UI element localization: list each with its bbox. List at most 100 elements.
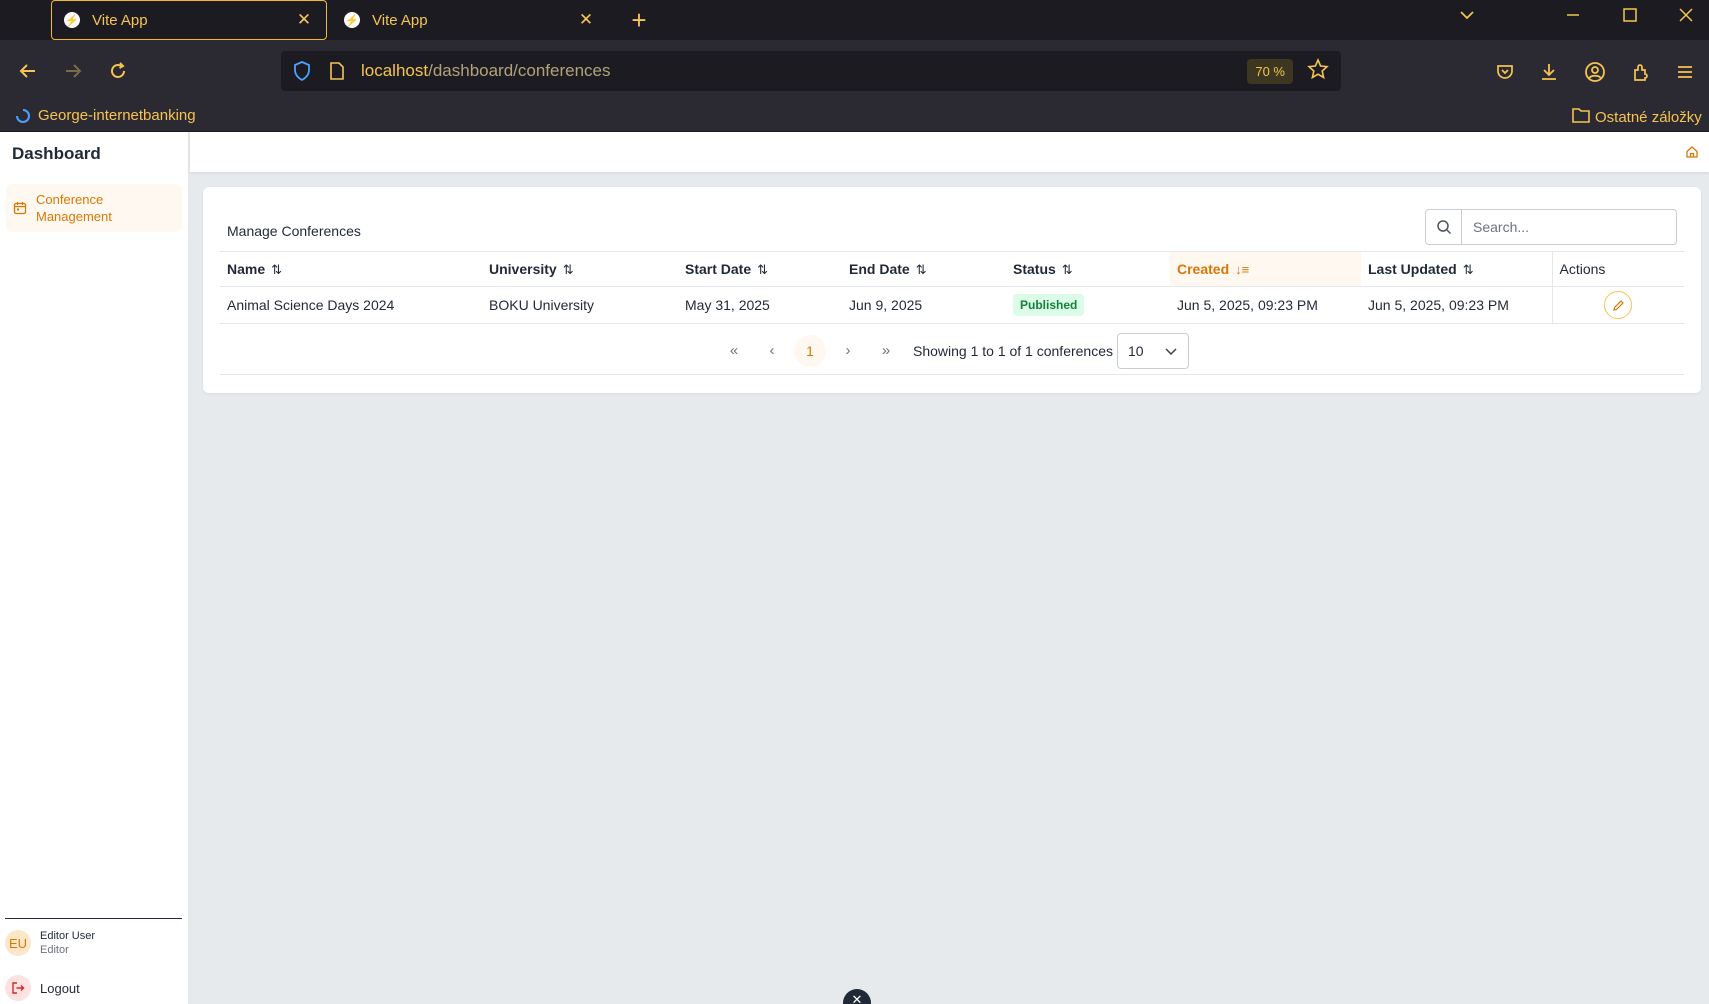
bookmarks-bar: George-internetbanking Ostatné záložky	[0, 101, 1709, 132]
column-label: University	[489, 260, 557, 277]
sidebar-divider	[5, 918, 182, 919]
table-row[interactable]: Animal Science Days 2024 BOKU University…	[220, 286, 1684, 324]
reload-button[interactable]	[101, 54, 135, 88]
close-tab-icon[interactable]: ✕	[576, 10, 596, 30]
column-header-start-date[interactable]: Start Date ⇅	[678, 251, 842, 287]
bookmark-other-folder[interactable]: Ostatné záložky	[1572, 107, 1702, 127]
search-box	[1425, 209, 1677, 245]
menu-icon[interactable]	[1671, 58, 1699, 86]
cell-university: BOKU University	[482, 286, 678, 324]
table-header-row: Name ⇅ University ⇅ Start Date ⇅ End Date ⇅ …	[220, 251, 1684, 287]
sort-desc-icon: ↓≡	[1235, 262, 1250, 277]
conferences-table: Name ⇅ University ⇅ Start Date ⇅ End Date ⇅ …	[220, 251, 1684, 324]
page-icon[interactable]	[327, 60, 347, 82]
browser-tab-bar: ⚡ Vite App ✕ ⚡ Vite App ✕ +	[0, 0, 1709, 40]
logout-button[interactable]: Logout	[5, 975, 80, 1001]
home-icon[interactable]	[1685, 145, 1699, 159]
url-text[interactable]: localhost/dashboard/conferences	[361, 61, 1247, 81]
logout-label: Logout	[40, 980, 80, 996]
forward-button[interactable]	[56, 54, 90, 88]
user-name: Editor User	[40, 930, 96, 942]
avatar: EU	[5, 930, 31, 956]
sidebar-item-label: Conference Management	[36, 192, 112, 224]
column-header-status[interactable]: Status ⇅	[1006, 251, 1170, 287]
column-label: End Date	[849, 260, 910, 277]
user-info: Editor User Editor	[31, 929, 95, 957]
maximize-icon[interactable]	[1615, 6, 1645, 29]
bookmark-star-icon[interactable]	[1307, 57, 1329, 85]
column-header-actions: Actions	[1551, 251, 1684, 287]
tab-vite-app[interactable]: ⚡ Vite App ✕	[332, 0, 608, 40]
cell-status: Published	[1006, 286, 1170, 324]
cell-end-date: Jun 9, 2025	[842, 286, 1006, 324]
sidebar: Dashboard Conference Management EU Edito…	[0, 132, 189, 1004]
back-button[interactable]	[11, 54, 45, 88]
minimize-icon[interactable]	[1558, 6, 1588, 29]
next-page-button[interactable]: ›	[832, 335, 864, 367]
extensions-icon[interactable]	[1627, 58, 1655, 86]
sort-icon: ⇅	[915, 261, 927, 277]
sidebar-brand: Dashboard	[12, 144, 101, 163]
cell-created: Jun 5, 2025, 09:23 PM	[1170, 286, 1361, 324]
cell-last-updated: Jun 5, 2025, 09:23 PM	[1361, 286, 1552, 324]
sort-icon: ⇅	[1462, 261, 1474, 277]
shield-icon[interactable]	[291, 60, 313, 82]
pocket-icon[interactable]	[1491, 58, 1519, 86]
search-icon	[1426, 210, 1462, 244]
last-page-button[interactable]: »	[870, 335, 902, 367]
close-tab-icon[interactable]: ✕	[294, 10, 314, 30]
bookmark-label: Ostatné záložky	[1595, 108, 1702, 126]
sidebar-item-conference-management[interactable]: Conference Management	[6, 184, 182, 232]
new-tab-button[interactable]: +	[624, 6, 654, 34]
column-header-end-date[interactable]: End Date ⇅	[842, 251, 1006, 287]
calendar-icon	[12, 200, 28, 216]
logout-icon	[5, 975, 31, 1001]
sort-icon: ⇅	[562, 261, 574, 277]
page-number-button[interactable]: 1	[793, 334, 826, 367]
column-label: Status	[1013, 260, 1056, 277]
tab-list-chevron-icon[interactable]	[1452, 6, 1482, 30]
column-label: Last Updated	[1368, 260, 1457, 277]
zoom-level-badge[interactable]: 70 %	[1247, 58, 1293, 84]
top-header-bar	[190, 132, 1709, 172]
pagination: « ‹ 1 › » Showing 1 to 1 of 1 conference…	[220, 327, 1684, 375]
bookmark-label: George-internetbanking	[38, 107, 196, 124]
tab-vite-app-active[interactable]: ⚡ Vite App ✕	[51, 0, 327, 40]
conferences-card: Manage Conferences Name ⇅ University ⇅ Sta…	[203, 187, 1701, 393]
page-size-select[interactable]: 10	[1117, 332, 1190, 369]
column-header-last-updated[interactable]: Last Updated ⇅	[1361, 251, 1552, 287]
user-role: Editor	[40, 944, 69, 956]
column-header-university[interactable]: University ⇅	[482, 251, 678, 287]
floating-close-icon[interactable]: ✕	[843, 989, 871, 1004]
column-header-created[interactable]: Created ↓≡	[1170, 251, 1361, 287]
edit-button[interactable]	[1604, 291, 1633, 319]
search-input[interactable]	[1462, 219, 1662, 235]
account-icon[interactable]	[1581, 58, 1609, 86]
url-host: localhost	[361, 61, 429, 80]
user-profile[interactable]: EU Editor User Editor	[5, 929, 95, 957]
sort-icon: ⇅	[1061, 261, 1073, 277]
vite-favicon-icon: ⚡	[64, 12, 80, 28]
url-path: /dashboard/conferences	[428, 61, 611, 80]
pagination-info: Showing 1 to 1 of 1 conferences	[912, 342, 1114, 359]
page-size-value: 10	[1128, 342, 1144, 359]
vite-favicon-icon: ⚡	[344, 12, 360, 28]
column-label: Name	[227, 260, 266, 277]
browser-nav-bar: localhost/dashboard/conferences 70 %	[0, 40, 1709, 101]
loading-icon	[16, 108, 30, 123]
chevron-down-icon	[1165, 347, 1177, 355]
address-bar[interactable]: localhost/dashboard/conferences 70 %	[281, 51, 1341, 91]
sort-icon: ⇅	[271, 261, 283, 277]
close-window-icon[interactable]	[1671, 6, 1701, 29]
cell-name: Animal Science Days 2024	[220, 286, 482, 324]
folder-icon	[1572, 107, 1590, 127]
status-badge: Published	[1013, 294, 1085, 316]
downloads-icon[interactable]	[1535, 58, 1563, 86]
tab-title: Vite App	[92, 11, 148, 29]
bookmark-george[interactable]: George-internetbanking	[16, 107, 196, 124]
cell-start-date: May 31, 2025	[678, 286, 842, 324]
first-page-button[interactable]: «	[718, 335, 750, 367]
column-header-name[interactable]: Name ⇅	[220, 251, 482, 287]
card-title: Manage Conferences	[227, 223, 361, 239]
prev-page-button[interactable]: ‹	[756, 335, 788, 367]
